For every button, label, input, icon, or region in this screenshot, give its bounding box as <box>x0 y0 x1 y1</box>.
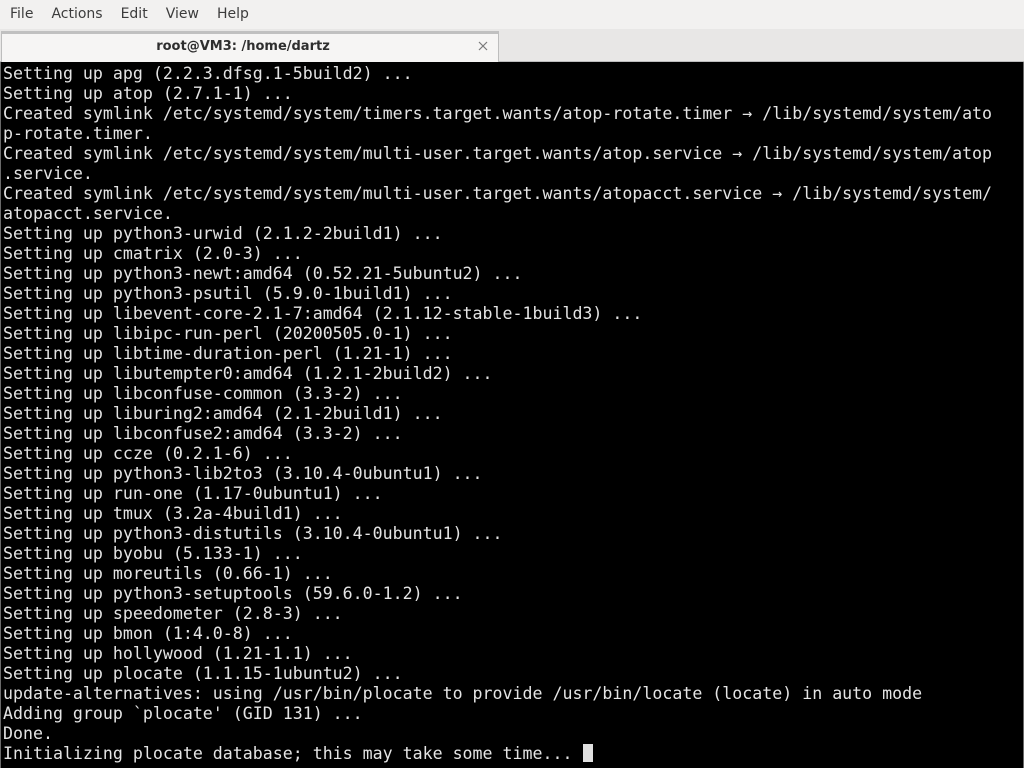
terminal-line: Setting up libevent-core-2.1-7:amd64 (2.… <box>3 304 992 324</box>
terminal-line: Setting up libtime-duration-perl (1.21-1… <box>3 344 992 364</box>
terminal-line-text: Setting up plocate (1.1.15-1ubuntu2) ... <box>3 664 403 683</box>
terminal-line-text: Setting up tmux (3.2a-4build1) ... <box>3 504 343 523</box>
terminal-line: Adding group `plocate' (GID 131) ... <box>3 704 992 724</box>
terminal-line: Setting up plocate (1.1.15-1ubuntu2) ... <box>3 664 992 684</box>
terminal-line-text: Setting up libipc-run-perl (20200505.0-1… <box>3 324 453 343</box>
terminal-line-text: update-alternatives: using /usr/bin/ploc… <box>3 684 923 703</box>
terminal-line-text: .service. <box>3 164 93 183</box>
terminal-line-text: Setting up libconfuse2:amd64 (3.3-2) ... <box>3 424 403 443</box>
close-icon[interactable] <box>476 38 490 54</box>
terminal-line: Setting up python3-urwid (2.1.2-2build1)… <box>3 224 992 244</box>
terminal-line-text: Setting up libtime-duration-perl (1.21-1… <box>3 344 453 363</box>
terminal-line-text: Created symlink /etc/systemd/system/mult… <box>3 184 993 203</box>
terminal-line-text: Setting up bmon (1:4.0-8) ... <box>3 624 293 643</box>
terminal-line-text: Adding group `plocate' (GID 131) ... <box>3 704 363 723</box>
terminal-line: .service. <box>3 164 992 184</box>
tab-terminal-session[interactable]: root@VM3: /home/dartz <box>1 31 499 62</box>
terminal-line-text: Setting up liburing2:amd64 (2.1-2build1)… <box>3 404 443 423</box>
terminal-line-text: Created symlink /etc/systemd/system/time… <box>3 104 993 123</box>
terminal-line-text: atopacct.service. <box>3 204 173 223</box>
terminal-window: File Actions Edit View Help root@VM3: /h… <box>0 0 1024 768</box>
terminal-line: Setting up bmon (1:4.0-8) ... <box>3 624 992 644</box>
terminal-line-text: Done. <box>3 724 53 743</box>
terminal-line-text: Setting up byobu (5.133-1) ... <box>3 544 303 563</box>
terminal-line-text: p-rotate.timer. <box>3 124 153 143</box>
terminal-line: Setting up python3-newt:amd64 (0.52.21-5… <box>3 264 992 284</box>
terminal-line-text: Created symlink /etc/systemd/system/mult… <box>3 144 993 163</box>
menu-view[interactable]: View <box>157 0 208 29</box>
terminal-line-text: Setting up python3-setuptools (59.6.0-1.… <box>3 584 463 603</box>
terminal-line: Setting up tmux (3.2a-4build1) ... <box>3 504 992 524</box>
terminal-line: Setting up hollywood (1.21-1.1) ... <box>3 644 992 664</box>
menu-help[interactable]: Help <box>208 0 258 29</box>
tab-bar: root@VM3: /home/dartz <box>0 29 1024 62</box>
terminal-line-text: Initializing plocate database; this may … <box>3 744 583 763</box>
terminal-line: Setting up ccze (0.2.1-6) ... <box>3 444 992 464</box>
terminal-line-text: Setting up libutempter0:amd64 (1.2.1-2bu… <box>3 364 493 383</box>
terminal-lines: Setting up apg (2.2.3.dfsg.1-5build2) ..… <box>3 64 992 764</box>
terminal-line-text: Setting up python3-psutil (5.9.0-1build1… <box>3 284 453 303</box>
menu-file[interactable]: File <box>1 0 42 29</box>
terminal-cursor <box>583 744 594 762</box>
terminal-line: Setting up python3-psutil (5.9.0-1build1… <box>3 284 992 304</box>
terminal-line: Setting up python3-setuptools (59.6.0-1.… <box>3 584 992 604</box>
terminal-line: update-alternatives: using /usr/bin/ploc… <box>3 684 992 704</box>
menu-edit[interactable]: Edit <box>112 0 157 29</box>
terminal-line-text: Setting up python3-urwid (2.1.2-2build1)… <box>3 224 443 243</box>
terminal-line: Done. <box>3 724 992 744</box>
terminal-line: Setting up speedometer (2.8-3) ... <box>3 604 992 624</box>
terminal-line: Setting up libutempter0:amd64 (1.2.1-2bu… <box>3 364 992 384</box>
terminal-output[interactable]: Setting up apg (2.2.3.dfsg.1-5build2) ..… <box>0 62 1024 768</box>
terminal-line-text: Setting up ccze (0.2.1-6) ... <box>3 444 293 463</box>
terminal-line: Setting up apg (2.2.3.dfsg.1-5build2) ..… <box>3 64 992 84</box>
terminal-line-text: Setting up run-one (1.17-0ubuntu1) ... <box>3 484 383 503</box>
terminal-line-text: Setting up speedometer (2.8-3) ... <box>3 604 343 623</box>
terminal-line-text: Setting up python3-newt:amd64 (0.52.21-5… <box>3 264 523 283</box>
terminal-line: Created symlink /etc/systemd/system/time… <box>3 104 992 124</box>
terminal-line: Setting up liburing2:amd64 (2.1-2build1)… <box>3 404 992 424</box>
terminal-line: Setting up atop (2.7.1-1) ... <box>3 84 992 104</box>
terminal-line-text: Setting up cmatrix (2.0-3) ... <box>3 244 303 263</box>
tab-title: root@VM3: /home/dartz <box>156 39 330 54</box>
terminal-line-text: Setting up python3-distutils (3.10.4-0ub… <box>3 524 503 543</box>
menu-actions[interactable]: Actions <box>42 0 111 29</box>
terminal-line: Initializing plocate database; this may … <box>3 744 992 764</box>
terminal-line: Created symlink /etc/systemd/system/mult… <box>3 184 992 204</box>
terminal-line-text: Setting up hollywood (1.21-1.1) ... <box>3 644 353 663</box>
terminal-line: Setting up moreutils (0.66-1) ... <box>3 564 992 584</box>
terminal-line: Setting up python3-distutils (3.10.4-0ub… <box>3 524 992 544</box>
terminal-line-text: Setting up python3-lib2to3 (3.10.4-0ubun… <box>3 464 483 483</box>
menubar: File Actions Edit View Help <box>0 0 1024 29</box>
terminal-line: Setting up libconfuse2:amd64 (3.3-2) ... <box>3 424 992 444</box>
terminal-line-text: Setting up moreutils (0.66-1) ... <box>3 564 333 583</box>
terminal-line: Setting up byobu (5.133-1) ... <box>3 544 992 564</box>
terminal-line: Setting up run-one (1.17-0ubuntu1) ... <box>3 484 992 504</box>
terminal-line-text: Setting up apg (2.2.3.dfsg.1-5build2) ..… <box>3 64 413 83</box>
terminal-line: Created symlink /etc/systemd/system/mult… <box>3 144 992 164</box>
terminal-line: atopacct.service. <box>3 204 992 224</box>
terminal-line: Setting up libipc-run-perl (20200505.0-1… <box>3 324 992 344</box>
terminal-line-text: Setting up libevent-core-2.1-7:amd64 (2.… <box>3 304 643 323</box>
terminal-line: Setting up cmatrix (2.0-3) ... <box>3 244 992 264</box>
terminal-line-text: Setting up libconfuse-common (3.3-2) ... <box>3 384 403 403</box>
terminal-line: Setting up libconfuse-common (3.3-2) ... <box>3 384 992 404</box>
terminal-line: Setting up python3-lib2to3 (3.10.4-0ubun… <box>3 464 992 484</box>
terminal-line: p-rotate.timer. <box>3 124 992 144</box>
terminal-line-text: Setting up atop (2.7.1-1) ... <box>3 84 293 103</box>
